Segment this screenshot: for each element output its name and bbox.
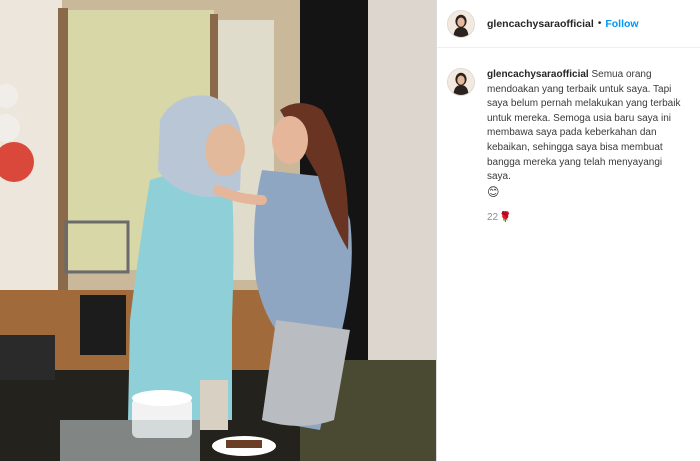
rose-icon: 🌹 (499, 212, 512, 224)
caption-emoji: 😊 (487, 184, 500, 199)
post-photo[interactable] (0, 0, 436, 461)
post-sidebar: glencachysaraofficial • Follow glencachy… (436, 0, 700, 461)
comment-meta-count: 22 (487, 212, 499, 224)
caption-meta: 22 🌹 (487, 211, 687, 226)
header-separator: • (597, 18, 602, 29)
follow-button[interactable]: Follow (605, 18, 638, 30)
caption-block: glencachysaraofficial Semua orang mendoa… (437, 48, 700, 226)
avatar-image (448, 69, 474, 95)
post-photo-illustration (0, 0, 436, 461)
profile-avatar[interactable] (447, 9, 475, 38)
caption-text: Semua orang mendoakan yang terbaik untuk… (487, 69, 681, 183)
avatar-image (448, 10, 474, 37)
caption-body: glencachysaraofficial Semua orang mendoa… (487, 68, 687, 226)
instagram-post: glencachysaraofficial • Follow glencachy… (0, 0, 700, 461)
header-username[interactable]: glencachysaraofficial (487, 18, 594, 30)
caption-avatar[interactable] (447, 68, 475, 96)
caption-username[interactable]: glencachysaraofficial (487, 69, 589, 80)
post-header: glencachysaraofficial • Follow (437, 0, 700, 48)
